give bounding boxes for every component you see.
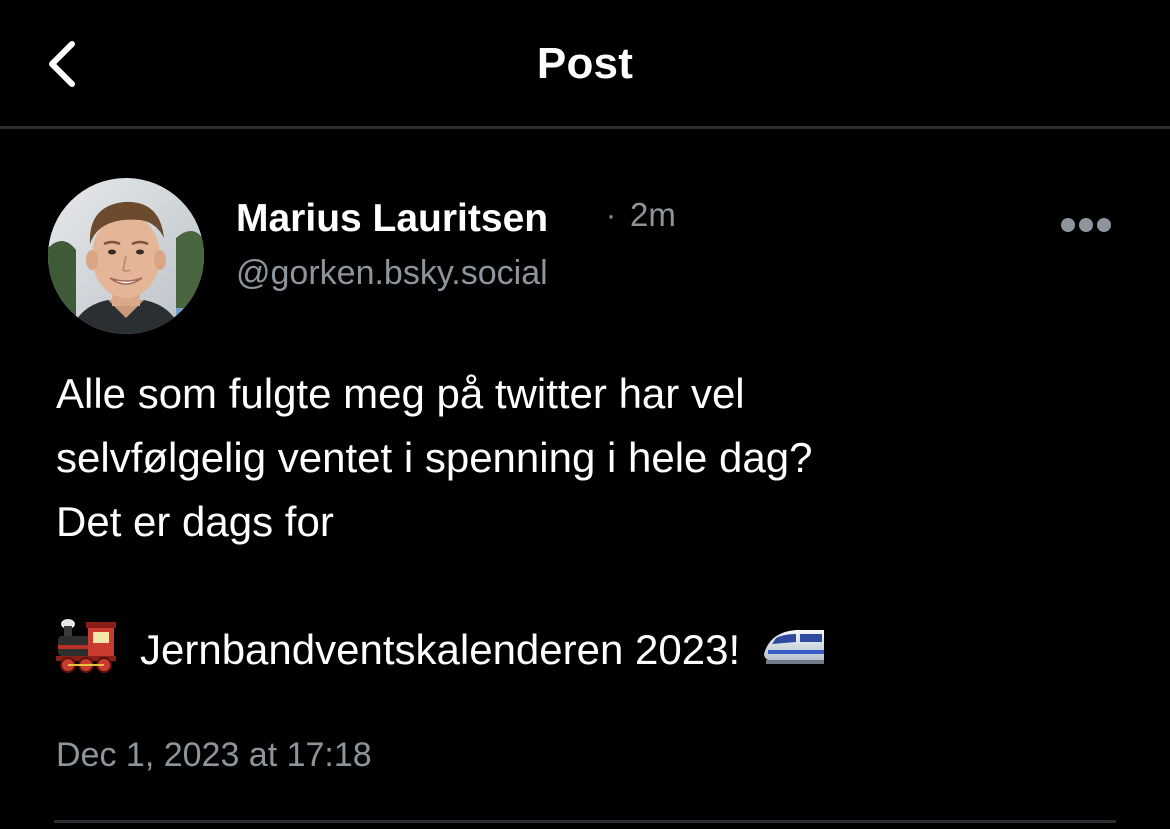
- high-speed-train-icon: [762, 624, 826, 668]
- post-timestamp: Dec 1, 2023 at 17:18: [56, 736, 372, 774]
- campaign-text: Jernbandventskalenderen 2023!: [140, 626, 741, 673]
- post-text-line: Det er dags for: [56, 498, 334, 545]
- header-divider: [0, 126, 1170, 129]
- post-campaign-line: Jernbandventskalenderen 2023!: [56, 618, 1116, 682]
- content-divider: [54, 820, 1116, 823]
- more-options-button[interactable]: [1052, 208, 1122, 242]
- post-text: Alle som fulgte meg på twitter har vel s…: [56, 362, 1116, 682]
- ellipsis-horizontal-icon: [1061, 218, 1111, 232]
- avatar[interactable]: [48, 178, 204, 334]
- post-text-line: Alle som fulgte meg på twitter har vel: [56, 370, 745, 417]
- steam-locomotive-icon: [56, 618, 118, 674]
- avatar-photo: [48, 178, 204, 334]
- post-text-line: selvfølgelig ventet i spenning i hele da…: [56, 434, 813, 481]
- page-title: Post: [536, 39, 634, 88]
- author-handle[interactable]: @gorken.bsky.social: [236, 252, 548, 294]
- top-bar: Post: [0, 0, 1170, 129]
- post-text-blank-line: [56, 554, 1116, 618]
- meta-separator: ·: [606, 199, 616, 232]
- post-age: 2m: [630, 196, 676, 233]
- author-name[interactable]: Marius Lauritsen: [236, 196, 548, 242]
